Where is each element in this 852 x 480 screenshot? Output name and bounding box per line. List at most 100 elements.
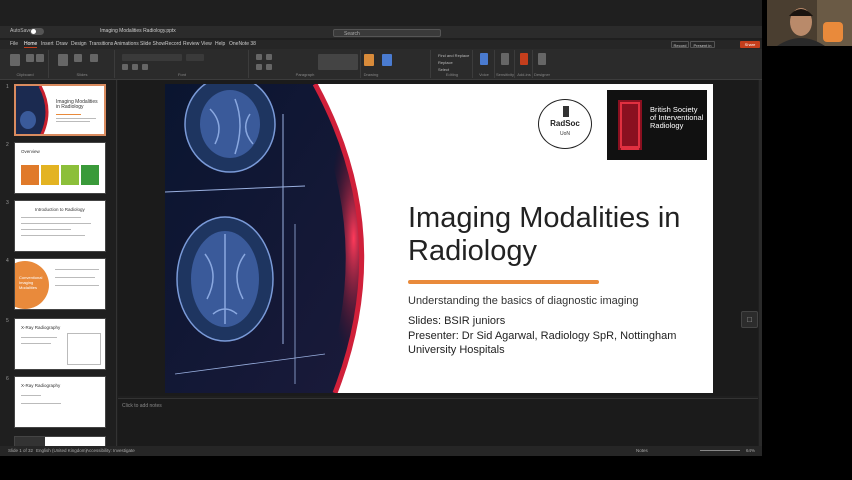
slides-credit[interactable]: Slides: BSIR juniors (408, 315, 505, 327)
tab-file[interactable]: File (10, 41, 18, 47)
tab-help[interactable]: Help (215, 41, 225, 47)
group-label: Designer (534, 72, 551, 77)
language-status[interactable]: English (United Kingdom) (36, 448, 87, 453)
slide-number: 1 (6, 84, 9, 90)
slide-subtitle[interactable]: Understanding the basics of diagnostic i… (408, 295, 639, 307)
zoom-level[interactable]: 64% (746, 448, 755, 453)
tab-review[interactable]: Review (183, 41, 199, 47)
group-label: Sensitivity (496, 72, 515, 77)
italic-icon[interactable] (132, 64, 138, 70)
tab-draw[interactable]: Draw (56, 41, 68, 47)
tab-slide-show[interactable]: Slide Show (140, 41, 165, 47)
numbering-icon[interactable] (266, 54, 272, 60)
paste-icon[interactable] (10, 54, 20, 66)
thumbnail-text-line (21, 337, 57, 338)
thumbnail-slide-2[interactable]: Overview (14, 142, 106, 194)
thumbnail-text-line (55, 269, 99, 270)
quick-styles-icon[interactable] (382, 54, 392, 66)
presenter-info[interactable]: Presenter: Dr Sid Agarwal, Radiology SpR… (408, 329, 708, 357)
slide-number: 5 (6, 318, 9, 324)
tab-onenote[interactable]: OneNote 38 (229, 41, 256, 47)
notes-toggle[interactable]: Notes (636, 448, 648, 453)
thumbnail-text-line (21, 229, 71, 230)
status-bar: Slide 1 of 32 English (United Kingdom) A… (0, 446, 762, 456)
thumbnail-title: X-Ray Radiography (21, 383, 61, 388)
vertical-scrollbar[interactable] (759, 80, 762, 446)
ribbon-group-font: Font (116, 50, 249, 78)
tab-home[interactable]: Home (24, 41, 38, 48)
overview-block-1 (21, 165, 39, 185)
ribbon-group-voice: Voice (474, 50, 495, 78)
slide-thumbnail-panel: 1 Imaging Modalities in Radiology 2 Over… (0, 80, 117, 446)
tab-animations[interactable]: Animations (114, 41, 139, 47)
record-button[interactable]: Record (671, 41, 689, 48)
overview-block-2 (41, 165, 59, 185)
align-left-icon[interactable] (256, 64, 262, 70)
reuse-slides-icon[interactable] (74, 54, 82, 62)
accessibility-status[interactable]: Accessibility: Investigate (86, 448, 135, 453)
radsoc-logo-sub: UoN (559, 131, 570, 137)
layout-icon[interactable] (90, 54, 98, 62)
sensitivity-icon[interactable] (501, 53, 509, 65)
thumbnail-accent (56, 114, 81, 115)
dictate-icon[interactable] (480, 53, 488, 65)
copy-icon[interactable] (36, 54, 44, 62)
thumbnail-text-line (21, 235, 85, 236)
bold-icon[interactable] (122, 64, 128, 70)
tower-icon (563, 106, 569, 117)
ribbon-group-slides: Slides (50, 50, 115, 78)
document-title: Imaging Modalities Radiology.pptx (100, 28, 176, 34)
thumbnail-slide-6[interactable]: X-Ray Radiography (14, 376, 106, 428)
title-accent-line (408, 280, 599, 284)
ribbon-group-addins: Add-ins (516, 50, 533, 78)
thumbnail-slide-5[interactable]: X-Ray Radiography (14, 318, 106, 370)
tab-transitions[interactable]: Transitions (89, 41, 113, 47)
replace-item[interactable]: Replace (438, 60, 453, 65)
present-in-teams-button[interactable]: Present in Teams (690, 41, 715, 55)
thumbnail-slide-1[interactable]: Imaging Modalities in Radiology (14, 84, 106, 136)
shapes-gallery[interactable] (318, 54, 358, 70)
find-replace-item[interactable]: Find and Replace (438, 53, 469, 58)
autosave-toggle[interactable] (30, 28, 44, 35)
radsoc-logo-name: RadSoc (550, 119, 580, 128)
bsir-logo-text: British Society of Interventional Radiol… (650, 105, 704, 130)
thumbnail-text-line (21, 343, 51, 344)
copilot-icon[interactable]: □ (741, 311, 758, 328)
thumbnail-text-line (55, 285, 99, 286)
tab-view[interactable]: View (201, 41, 212, 47)
underline-icon[interactable] (142, 64, 148, 70)
thumbnail-text-line (21, 217, 81, 218)
cut-icon[interactable] (26, 54, 34, 62)
add-ins-icon[interactable] (520, 53, 528, 65)
notes-pane[interactable]: Click to add notes (118, 398, 758, 447)
tab-record[interactable]: Record (165, 41, 181, 47)
font-size-select[interactable] (186, 54, 204, 61)
thumbnail-slide-3[interactable]: Introduction to Radiology (14, 200, 106, 252)
autosave-label: AutoSave (10, 28, 32, 34)
slide-title[interactable]: Imaging Modalities in Radiology (408, 202, 708, 268)
zoom-slider[interactable] (700, 450, 740, 451)
thumbnail-slide-4[interactable]: Conventional Imaging Modalities (14, 258, 106, 310)
bullets-icon[interactable] (256, 54, 262, 60)
powerpoint-window: AutoSave Imaging Modalities Radiology.pp… (0, 0, 762, 456)
tab-insert[interactable]: Insert (41, 41, 54, 47)
group-label: Editing (445, 72, 459, 77)
share-button[interactable]: Share (740, 41, 760, 48)
tab-design[interactable]: Design (71, 41, 87, 47)
search-input[interactable]: Search (333, 29, 441, 37)
current-slide[interactable]: RadSoc UoN British Society of Interventi… (165, 84, 713, 393)
ribbon-group-drawing: Drawing (312, 50, 431, 78)
ribbon-group-clipboard: Clipboard (2, 50, 49, 78)
thumbnail-slide-7[interactable] (14, 436, 106, 446)
thumbnail-text-line (21, 403, 61, 404)
slide-count: Slide 1 of 32 (8, 448, 34, 453)
thumbnail-title: Introduction to Radiology (35, 207, 85, 212)
thumbnail-diagram (67, 333, 101, 365)
designer-icon[interactable] (538, 53, 546, 65)
thumbnail-xray-image (15, 437, 45, 446)
bsir-logo: British Society of Interventional Radiol… (607, 90, 707, 160)
font-name-select[interactable] (122, 54, 182, 61)
arrange-icon[interactable] (364, 54, 374, 66)
new-slide-icon[interactable] (58, 54, 68, 66)
align-center-icon[interactable] (266, 64, 272, 70)
